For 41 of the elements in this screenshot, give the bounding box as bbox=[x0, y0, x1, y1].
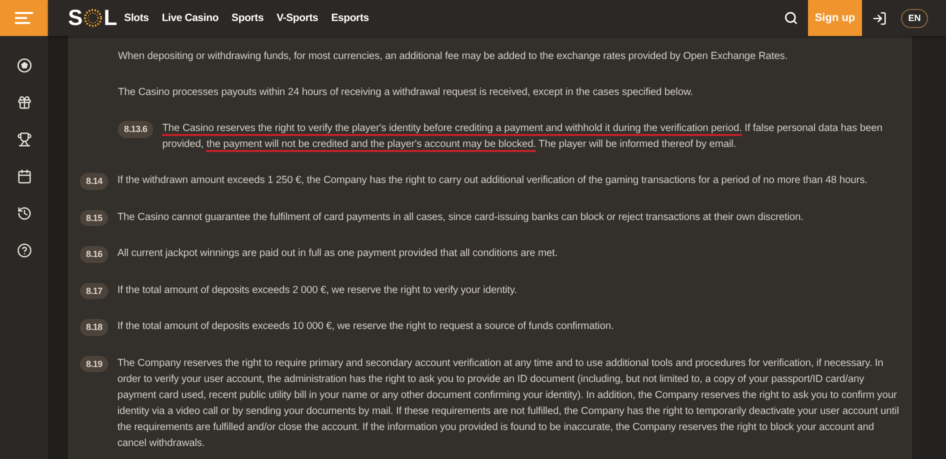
football-icon bbox=[16, 58, 32, 73]
clause-text: When depositing or withdrawing funds, for most currencies, an additional fee may be added to the exchange rates provided by Open Exchange Rates. bbox=[118, 50, 789, 64]
clause-text: If the total amount of deposits exceeds 10 000 €, we reserve the right to request a source of funds confirmation. bbox=[117, 320, 615, 334]
history-button[interactable] bbox=[16, 206, 32, 221]
sports-button[interactable] bbox=[16, 58, 32, 73]
nav-link[interactable]: Esports bbox=[331, 12, 369, 24]
help-button[interactable] bbox=[16, 243, 32, 258]
clause-number: 8.18 bbox=[80, 319, 108, 336]
calendar-button[interactable] bbox=[16, 169, 32, 184]
clause-number: 8.15 bbox=[80, 210, 108, 226]
history-icon bbox=[16, 206, 32, 221]
logo[interactable]: S L bbox=[68, 5, 116, 31]
gift-icon bbox=[16, 95, 32, 110]
login-button[interactable] bbox=[872, 10, 887, 26]
clause-number: 8.16 bbox=[80, 246, 108, 262]
search-icon bbox=[784, 11, 798, 25]
trophy-icon bbox=[16, 132, 32, 147]
clause-number: 8.19 bbox=[80, 356, 108, 372]
language-button[interactable]: EN bbox=[901, 8, 928, 28]
nav-link[interactable]: Sports bbox=[232, 12, 264, 24]
clause-text: All current jackpot winnings are paid out in full as one payment provided that all conditions are met. bbox=[117, 247, 559, 261]
nav-link[interactable]: Live Casino bbox=[162, 12, 219, 24]
tournament-button[interactable] bbox=[16, 132, 32, 147]
menu-button[interactable] bbox=[0, 0, 48, 36]
clause-text: If the total amount of deposits exceeds 2 000 €, we reserve the right to verify your identity. bbox=[117, 284, 518, 298]
help-icon bbox=[16, 243, 32, 258]
clause-text: The Casino cannot guarantee the fulfilment of card payments in all cases, since card-issuing banks can block or reject transactions at their own discretion. bbox=[117, 210, 804, 224]
bonus-button[interactable] bbox=[16, 95, 32, 110]
search-button[interactable] bbox=[784, 11, 798, 25]
menu-icon bbox=[15, 12, 33, 24]
clause-number: 8.13.6 bbox=[118, 121, 154, 138]
clause-text: The Casino reserves the right to verify the player's identity before crediting a payment and withhold it during the verification period. If false personal data has been provided, the payment will not be credited and the player's account may be blocked. The player will be informed thereof by email. bbox=[162, 122, 884, 153]
clause-text: The Company reserves the right to require primary and secondary account verification at any time and to use additional tools and procedures for verification, if necessary. In order to verify your user account, the administration has the right to ask you to provide an ID document (including, but not limited to, a copy of your passport/ID card/any payment card used, recent public utility bill in your name or any other document confirming your identity). In addition, the Company reserves the right to ask you to confirm your identity via a video call or by sending your documents by mail. If these requirements are not fulfilled, the Company has the right to temporarily deactivate your user account until the requirements are fulfilled and/or close the account. If the information you provided is found to be inaccurate, the Company reserves the right to block your account and cancel withdrawals. bbox=[117, 356, 900, 450]
clause-number: 8.17 bbox=[80, 282, 108, 299]
clause-text: If the withdrawn amount exceeds 1 250 €, the Company has the right to carry out additional verification of the gaming transactions for a period of no more than 48 hours. bbox=[117, 174, 868, 188]
nav-link[interactable]: V-Sports bbox=[276, 12, 318, 24]
clause-text: The Casino processes payouts within 24 hours of receiving a withdrawal request is received, except in the cases specified below. bbox=[118, 86, 694, 100]
clause-number: 8.14 bbox=[80, 173, 108, 190]
login-icon bbox=[872, 10, 887, 26]
nav-link[interactable]: Slots bbox=[124, 12, 149, 24]
calendar-icon bbox=[16, 169, 32, 184]
